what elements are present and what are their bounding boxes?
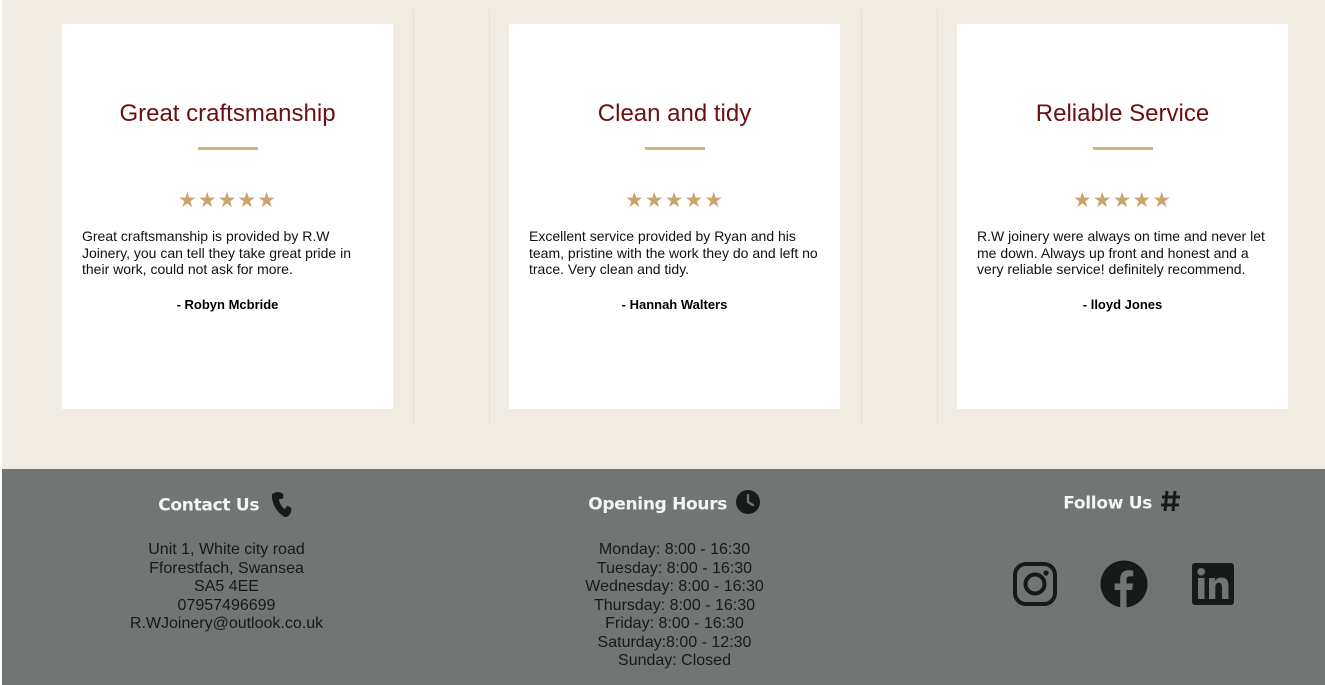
follow-heading-label: Follow Us: [1063, 493, 1153, 514]
column-divider: [937, 10, 938, 425]
hours-line: Saturday:8:00 - 12:30: [597, 633, 752, 651]
column-divider: [413, 10, 414, 425]
title-underline: [644, 147, 705, 150]
hours-heading-label: Opening Hours: [588, 494, 728, 515]
testimonial-card: Great craftsmanship ★★★★★ Great craftsma…: [62, 24, 393, 409]
testimonial-card: Clean and tidy ★★★★★ Excellent service p…: [509, 24, 840, 409]
column-divider: [489, 10, 490, 425]
hours-line: Monday: 8:00 - 16:30: [598, 541, 751, 558]
clock-icon: [735, 489, 761, 520]
postcode: SA5 4EE: [194, 578, 259, 595]
phone-number[interactable]: 07957496699: [62, 597, 391, 616]
testimonial-author: - Hannah Walters: [621, 296, 728, 312]
contact-details: Unit 1, White city road Fforestfach, Swa…: [62, 541, 391, 634]
address-line: Fforestfach, Swansea: [149, 559, 304, 577]
contact-section: Contact Us Unit 1, White city road Ffore…: [62, 469, 391, 685]
opening-hours-list: Monday: 8:00 - 16:30 Tuesday: 8:00 - 16:…: [500, 541, 849, 671]
phone-icon: [267, 489, 295, 522]
facebook-icon[interactable]: [1100, 560, 1148, 608]
testimonial-text: Excellent service provided by Ryan and h…: [529, 228, 818, 277]
testimonial-title: Reliable Service: [1035, 100, 1210, 127]
testimonial-author: - lloyd Jones: [1082, 296, 1163, 312]
email-link[interactable]: R.WJoinery@outlook.co.uk: [62, 615, 391, 634]
contact-heading-label: Contact Us: [158, 495, 260, 516]
title-underline: [1092, 147, 1153, 150]
star-rating: ★★★★★: [177, 189, 278, 212]
star-rating: ★★★★★: [624, 189, 725, 212]
site-footer: Contact Us Unit 1, White city road Ffore…: [2, 469, 1325, 685]
hours-line: Friday: 8:00 - 16:30: [605, 615, 744, 632]
column-divider: [861, 10, 862, 425]
testimonial-author: - Robyn Mcbride: [176, 296, 279, 312]
instagram-icon[interactable]: [1012, 561, 1058, 607]
testimonial-title: Great craftsmanship: [119, 100, 336, 127]
testimonial-text: R.W joinery were always on time and neve…: [977, 228, 1265, 277]
hours-line: Wednesday: 8:00 - 16:30: [585, 578, 764, 595]
testimonial-card: Reliable Service ★★★★★ R.W joinery were …: [957, 24, 1288, 409]
star-rating: ★★★★★: [1072, 189, 1173, 212]
testimonial-text: Great craftsmanship is provided by R.W J…: [82, 228, 352, 277]
hashtag-icon: [1160, 489, 1182, 518]
testimonial-title: Clean and tidy: [597, 100, 752, 127]
linkedin-icon[interactable]: [1191, 562, 1235, 606]
hours-heading: Opening Hours: [500, 489, 849, 520]
hours-line: Tuesday: 8:00 - 16:30: [596, 559, 753, 577]
contact-heading: Contact Us: [62, 489, 391, 522]
title-underline: [197, 147, 258, 150]
address-line: Unit 1, White city road: [148, 541, 305, 558]
hours-line: Thursday: 8:00 - 16:30: [594, 596, 755, 614]
hours-section: Opening Hours Monday: 8:00 - 16:30 Tuesd…: [500, 469, 849, 685]
follow-heading: Follow Us: [957, 489, 1288, 518]
hours-line: Sunday: Closed: [618, 652, 731, 669]
